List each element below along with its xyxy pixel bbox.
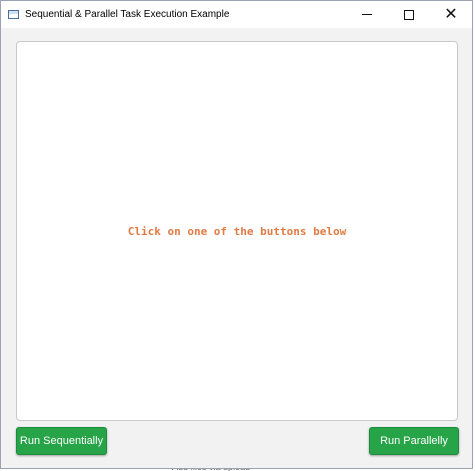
screen: store Add files via upload Sequential & … — [0, 0, 475, 471]
maximize-button[interactable] — [388, 1, 430, 28]
run-sequentially-button[interactable]: Run Sequentially — [16, 427, 107, 455]
close-icon: ✕ — [444, 5, 458, 23]
window-title: Sequential & Parallel Task Execution Exa… — [25, 9, 230, 20]
close-button[interactable]: ✕ — [430, 1, 472, 28]
minimize-button[interactable] — [346, 1, 388, 28]
minimize-icon — [362, 14, 372, 15]
title-bar[interactable]: Sequential & Parallel Task Execution Exa… — [1, 1, 472, 28]
window-controls: ✕ — [346, 1, 472, 28]
app-icon — [8, 10, 19, 19]
output-panel: Click on one of the buttons below — [16, 41, 458, 421]
maximize-icon — [404, 9, 414, 20]
app-window: Sequential & Parallel Task Execution Exa… — [0, 0, 473, 469]
instruction-message: Click on one of the buttons below — [127, 224, 347, 238]
run-parallelly-button[interactable]: Run Parallelly — [369, 427, 459, 455]
